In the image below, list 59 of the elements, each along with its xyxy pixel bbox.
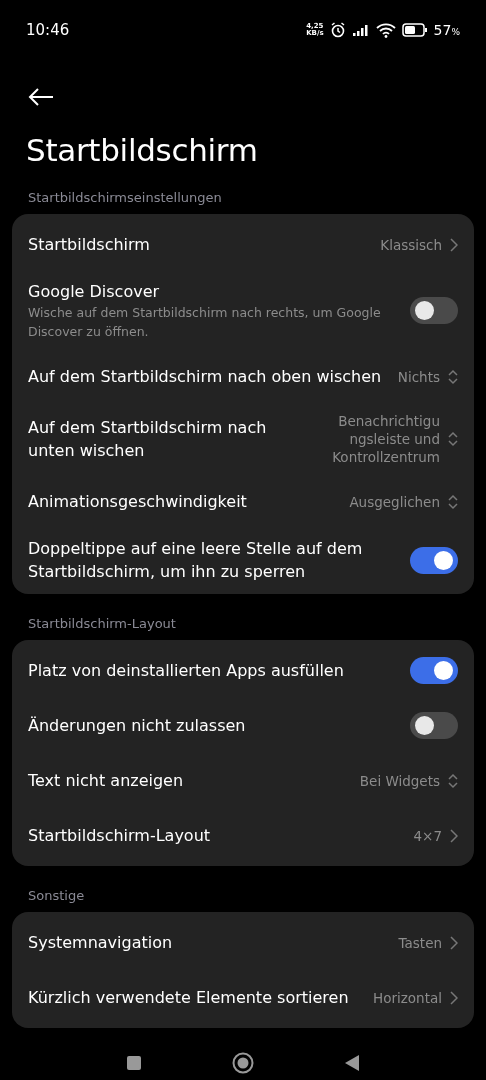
row-value: Tasten	[398, 933, 442, 952]
row-title: Doppeltippe auf eine leere Stelle auf dem Startbildschirm, um ihn zu sperren	[28, 538, 364, 583]
row-value: Benachrichtigu ngsleiste und Kontrollzentrum	[331, 412, 440, 466]
row-value: Nichts	[397, 367, 440, 386]
row-title: Kürzlich verwendete Elemente sortieren	[28, 987, 350, 1009]
toggle-switch[interactable]	[410, 297, 458, 324]
settings-row[interactable]: Startbildschirm-Layout 4×7	[12, 808, 474, 863]
settings-row[interactable]: Text nicht anzeigen Bei Widgets	[12, 753, 474, 808]
chevron-right-icon	[450, 935, 458, 950]
row-title: Startbildschirm-Layout	[28, 825, 212, 847]
settings-row[interactable]: Auf dem Startbildschirm nach oben wischen Nichts	[12, 349, 474, 404]
chevron-right-icon	[450, 828, 458, 843]
row-value: Ausgeglichen	[349, 492, 440, 511]
settings-row[interactable]: Startbildschirm Klassisch	[12, 217, 474, 272]
row-description: Wische auf dem Startbildschirm nach rechts, um Google Discover zu öffnen.	[28, 304, 382, 341]
settings-row[interactable]: Systemnavigation Tasten	[12, 915, 474, 970]
battery-percent: 57%	[433, 22, 460, 38]
up-down-chevron-icon	[448, 368, 458, 385]
page-title: Startbildschirm	[26, 132, 259, 168]
row-title: Text nicht anzeigen	[28, 770, 185, 792]
row-title: Änderungen nicht zulassen	[28, 715, 247, 737]
back-button-icon[interactable]	[344, 1054, 360, 1072]
alarm-clock-icon	[329, 22, 346, 38]
up-down-chevron-icon	[448, 493, 458, 510]
row-title: Platz von deinstallierten Apps ausfüllen	[28, 660, 345, 682]
status-time: 10:46	[26, 21, 70, 39]
settings-row[interactable]: Kürzlich verwendete Elemente sortieren Horizontal	[12, 970, 474, 1025]
chevron-right-icon	[450, 237, 458, 252]
settings-row[interactable]: Google Discover Wische auf dem Startbildschirm nach rechts, um Google Discover zu öffnen.	[12, 272, 474, 349]
recents-button-icon[interactable]	[126, 1055, 142, 1071]
settings-row[interactable]: Auf dem Startbildschirm nach unten wischen Benachrichtigu ngsleiste und Kontrollzentrum	[12, 404, 474, 474]
settings-row[interactable]: Doppeltippe auf eine leere Stelle auf dem Startbildschirm, um ihn zu sperren	[12, 529, 474, 591]
row-value: Horizontal	[373, 988, 442, 1007]
wifi-icon	[375, 22, 396, 38]
section-label: Startbildschirmseinstellungen	[28, 190, 223, 205]
up-down-chevron-icon	[448, 772, 458, 789]
row-title: Animationsgeschwindigkeit	[28, 491, 248, 513]
row-title: Auf dem Startbildschirm nach oben wischen	[28, 366, 383, 388]
toggle-switch[interactable]	[410, 546, 458, 574]
row-title: Systemnavigation	[28, 932, 174, 954]
toggle-switch[interactable]	[410, 657, 458, 684]
row-title: Startbildschirm	[28, 234, 151, 256]
section-label: Sonstige	[28, 888, 86, 903]
up-down-chevron-icon	[448, 431, 458, 447]
row-title: Google Discover	[28, 281, 161, 303]
row-title: Auf dem Startbildschirm nach unten wischen	[28, 417, 268, 462]
row-value: Klassisch	[380, 235, 442, 254]
toggle-switch[interactable]	[410, 712, 458, 739]
section-label: Startbildschirm-Layout	[28, 616, 177, 631]
battery-icon	[401, 23, 428, 37]
row-value: Bei Widgets	[359, 771, 440, 790]
signal-icon	[351, 24, 370, 36]
settings-row[interactable]: Platz von deinstallierten Apps ausfüllen	[12, 643, 474, 698]
row-value: 4×7	[413, 826, 442, 845]
settings-row[interactable]: Änderungen nicht zulassen	[12, 698, 474, 753]
settings-row[interactable]: Animationsgeschwindigkeit Ausgeglichen	[12, 474, 474, 529]
home-button-icon[interactable]	[232, 1052, 254, 1074]
chevron-right-icon	[450, 990, 458, 1005]
back-arrow-icon[interactable]	[28, 88, 54, 106]
